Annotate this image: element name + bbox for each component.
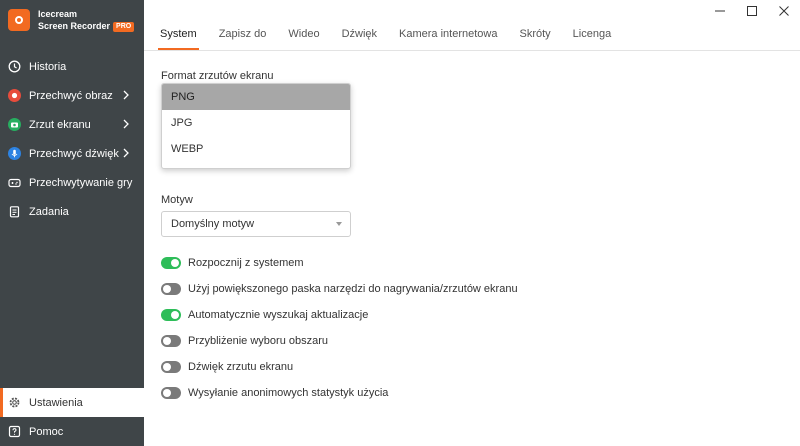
screenshot-format-label: Format zrzutów ekranu (161, 70, 274, 82)
enlarged-toolbar-toggle[interactable] (161, 283, 181, 295)
app-logo-icon (8, 9, 30, 31)
app-window: Icecream Screen Recorder PRO Historia Prz… (0, 0, 800, 446)
chevron-right-icon (123, 119, 129, 129)
sidebar-item-label: Ustawienia (29, 396, 83, 409)
toggle-label: Wysyłanie anonimowych statystyk użycia (188, 387, 389, 399)
sidebar-item-label: Przechwyć dźwięk (29, 147, 119, 160)
tabs-divider (144, 50, 800, 51)
settings-tabs: System Zapisz do Wideo Dźwięk Kamera int… (158, 28, 633, 50)
gamepad-icon (8, 176, 21, 189)
sidebar: Icecream Screen Recorder PRO Historia Prz… (0, 0, 144, 446)
clock-icon (8, 60, 21, 73)
sidebar-item-przechwyc-obraz[interactable]: Przechwyć obraz (0, 81, 144, 110)
anonymous-stats-toggle[interactable] (161, 387, 181, 399)
camera-icon (8, 118, 21, 131)
sidebar-item-label: Historia (29, 60, 67, 73)
start-with-system-toggle[interactable] (161, 257, 181, 269)
toggle-label: Automatycznie wyszukaj aktualizacje (188, 309, 369, 321)
toggle-label: Rozpocznij z systemem (188, 257, 304, 269)
close-icon (779, 6, 789, 16)
toggle-row-start-with-system: Rozpocznij z systemem (161, 255, 304, 271)
sidebar-item-zrzut-ekranu[interactable]: Zrzut ekranu (0, 110, 144, 139)
tab-wideo[interactable]: Wideo (288, 28, 319, 50)
pro-badge: PRO (113, 22, 135, 32)
sidebar-item-label: Przechwytywanie gry (29, 176, 133, 189)
minimize-button[interactable] (704, 0, 736, 22)
help-icon (8, 425, 21, 438)
app-name: Icecream Screen Recorder PRO (38, 8, 135, 32)
theme-select-value: Domyślny motyw (171, 218, 255, 230)
close-button[interactable] (768, 0, 800, 22)
theme-label: Motyw (161, 194, 193, 206)
sidebar-item-label: Przechwyć obraz (29, 89, 113, 102)
toggle-row-anonymous-stats: Wysyłanie anonimowych statystyk użycia (161, 385, 388, 401)
app-name-line1: Icecream (38, 9, 78, 19)
auto-updates-toggle[interactable] (161, 309, 181, 321)
theme-select[interactable]: Domyślny motyw (161, 211, 351, 237)
dropdown-option-png[interactable]: PNG (162, 84, 350, 110)
screenshot-format-dropdown: PNG JPG WEBP (161, 83, 351, 169)
sidebar-item-przechwytywanie-gry[interactable]: Przechwytywanie gry (0, 168, 144, 197)
minimize-icon (715, 10, 725, 12)
tab-system[interactable]: System (158, 28, 199, 50)
toggle-row-auto-updates: Automatycznie wyszukaj aktualizacje (161, 307, 368, 323)
sidebar-nav: Historia Przechwyć obraz Zrzut ekranu Pr… (0, 52, 144, 226)
sidebar-item-pomoc[interactable]: Pomoc (0, 417, 144, 446)
tab-skroty[interactable]: Skróty (519, 28, 550, 50)
toggle-row-screenshot-sound: Dźwięk zrzutu ekranu (161, 359, 293, 375)
chevron-right-icon (123, 148, 129, 158)
sidebar-item-ustawienia[interactable]: Ustawienia (0, 388, 144, 417)
sidebar-bottom: Ustawienia Pomoc (0, 388, 144, 446)
chevron-down-icon (336, 222, 342, 226)
maximize-icon (747, 6, 757, 16)
tab-zapisz-do[interactable]: Zapisz do (219, 28, 267, 50)
tab-licencja[interactable]: Licenga (573, 28, 612, 50)
dropdown-option-webp[interactable]: WEBP (162, 136, 350, 162)
sidebar-item-label: Pomoc (29, 425, 64, 438)
dropdown-option-jpg[interactable]: JPG (162, 110, 350, 136)
sidebar-item-przechwyc-dzwiek[interactable]: Przechwyć dźwięk (0, 139, 144, 168)
tab-kamera-internetowa[interactable]: Kamera internetowa (399, 28, 497, 50)
maximize-button[interactable] (736, 0, 768, 22)
record-icon (8, 89, 21, 102)
app-name-line2: Screen Recorder (38, 21, 111, 31)
toggle-label: Użyj powiększonego paska narzędzi do nag… (188, 283, 518, 295)
gear-icon (8, 396, 21, 409)
toggle-label: Przybliżenie wyboru obszaru (188, 335, 329, 347)
toggle-row-area-zoom: Przybliżenie wyboru obszaru (161, 333, 328, 349)
screenshot-sound-toggle[interactable] (161, 361, 181, 373)
tab-dzwiek[interactable]: Dźwięk (342, 28, 377, 50)
window-controls (704, 0, 800, 22)
sidebar-item-label: Zrzut ekranu (29, 118, 91, 131)
toggle-label: Dźwięk zrzutu ekranu (188, 361, 294, 373)
area-zoom-toggle[interactable] (161, 335, 181, 347)
toggle-row-enlarged-toolbar: Użyj powiększonego paska narzędzi do nag… (161, 281, 518, 297)
sidebar-item-label: Zadania (29, 205, 69, 218)
sidebar-item-zadania[interactable]: Zadania (0, 197, 144, 226)
microphone-icon (8, 147, 21, 160)
tasks-icon (8, 205, 21, 218)
chevron-right-icon (123, 90, 129, 100)
brand: Icecream Screen Recorder PRO (8, 8, 135, 32)
sidebar-item-historia[interactable]: Historia (0, 52, 144, 81)
